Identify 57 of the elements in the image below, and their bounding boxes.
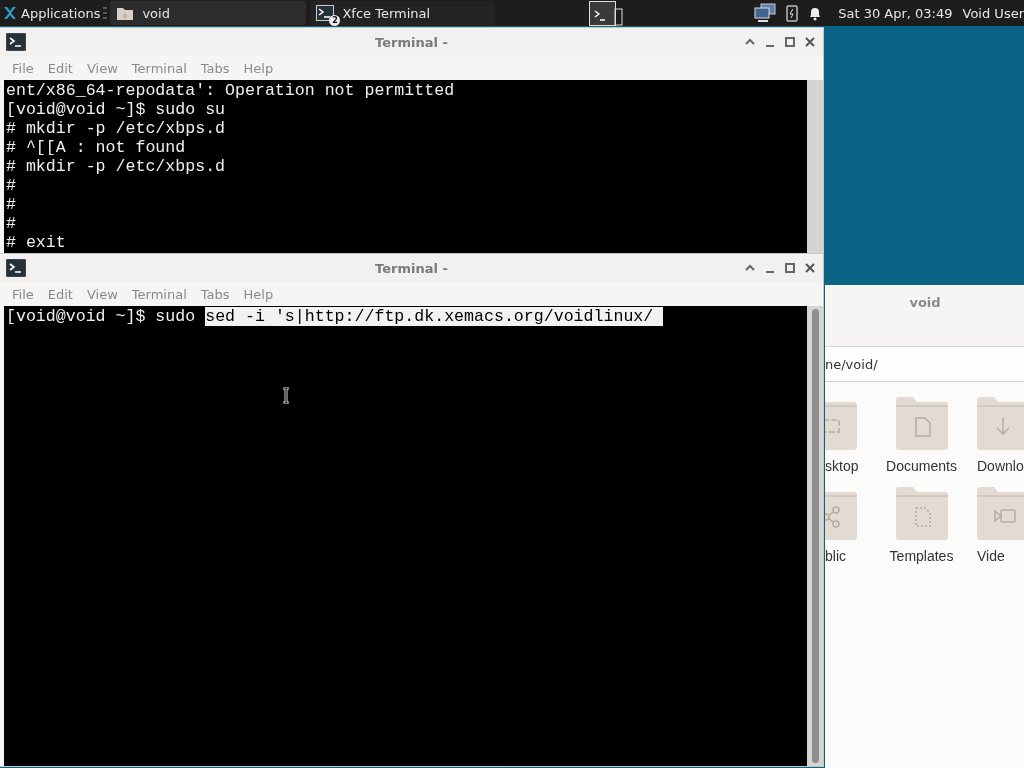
menu-item[interactable]: View [79, 60, 125, 76]
folder-label: Downlo [977, 458, 1024, 474]
app-menu-icon [2, 5, 18, 21]
workspace-switcher[interactable] [589, 0, 624, 26]
terminal-line: # [6, 214, 16, 233]
menu-item[interactable]: Tabs [193, 286, 237, 302]
selected-text: sed -i 's|http://ftp.dk.xemacs.org/voidlinux/ [205, 307, 664, 326]
applications-menu[interactable]: Applications [0, 5, 103, 21]
menu-item[interactable]: Edit [40, 286, 80, 302]
menu-item[interactable]: Terminal [124, 286, 194, 302]
terminal-line: [void@void ~]$ sudo su [6, 100, 226, 119]
battery-icon[interactable] [786, 4, 799, 22]
terminal-line: # [6, 195, 16, 214]
terminal-line: # mkdir -p /etc/xbps.d [6, 119, 226, 138]
folder-label: Documents [886, 458, 957, 474]
window-count-badge: 2 [329, 15, 341, 26]
terminal-line: # ^[[A : not found [6, 138, 186, 157]
text-cursor-icon [281, 387, 291, 404]
scrollbar-track[interactable] [807, 80, 823, 254]
terminal-line: # exit [6, 233, 66, 252]
folder-label: Templates [889, 548, 954, 564]
window-title: Terminal - [375, 34, 448, 50]
window-title: Terminal - [375, 260, 448, 276]
close-icon[interactable] [803, 35, 817, 49]
taskbar-button[interactable]: void [110, 1, 307, 25]
drag-handle-icon[interactable] [103, 7, 108, 19]
window-title: void [909, 295, 941, 310]
terminal-icon [6, 259, 26, 277]
terminal-icon [316, 5, 335, 21]
folder-label: blic [825, 548, 846, 564]
location-field[interactable]: ne/void/ [825, 356, 878, 372]
menu-item[interactable]: View [79, 286, 125, 302]
menu-item[interactable]: File [5, 286, 41, 302]
menu-item[interactable]: Tabs [193, 60, 237, 76]
menu-item[interactable]: File [5, 60, 41, 76]
terminal-line: [void@void ~]$ sudo [6, 307, 197, 326]
menu-item[interactable]: Help [236, 286, 281, 302]
close-icon[interactable] [803, 261, 817, 275]
terminal-icon [6, 33, 26, 51]
menu-item[interactable]: Terminal [124, 60, 194, 76]
terminal-line: ent/x86_64-repodata': Operation not permitted [6, 81, 455, 100]
maximize-icon[interactable] [783, 261, 797, 275]
user-menu[interactable]: Void User [962, 5, 1024, 21]
clock[interactable]: Sat 30 Apr, 03:49 [838, 5, 953, 21]
menu-item[interactable]: Edit [40, 60, 80, 76]
folder-icon [116, 5, 135, 21]
network-icon[interactable] [754, 3, 777, 23]
scrollbar-track[interactable] [807, 306, 823, 766]
folder-label: Vide [977, 548, 1005, 564]
folder-label: sktop [825, 458, 859, 474]
maximize-icon[interactable] [783, 35, 797, 49]
taskbar-button[interactable]: 2 Xfce Terminal [310, 1, 496, 25]
terminal-line: # [6, 176, 16, 195]
scrollbar-thumb[interactable] [811, 309, 819, 763]
terminal-line: # mkdir -p /etc/xbps.d [6, 157, 226, 176]
menu-item[interactable]: Help [236, 60, 281, 76]
notification-bell-icon[interactable] [808, 5, 823, 21]
